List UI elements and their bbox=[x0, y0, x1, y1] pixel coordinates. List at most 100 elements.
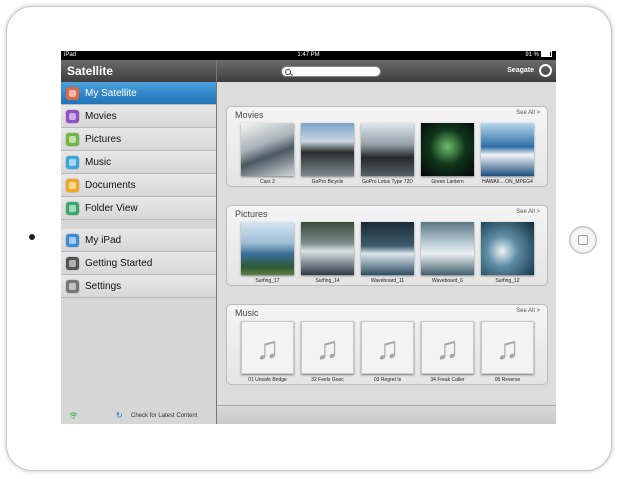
pictures-section: Pictures See All > Surfing_17 Surfing_14… bbox=[226, 205, 548, 286]
sidebar-item-label: Music bbox=[85, 156, 112, 168]
settings-icon bbox=[66, 279, 79, 293]
movie-caption: GoPro Bicycle bbox=[311, 179, 344, 185]
movie-item[interactable]: HAWAII....ON_MPEG4 bbox=[480, 123, 535, 185]
see-all-pictures-link[interactable]: See All > bbox=[516, 209, 540, 215]
section-title: Movies bbox=[235, 110, 264, 120]
music-section: Music See All > ♫ 01 Unsafe Bridge ♫ 32 Fe… bbox=[226, 304, 548, 385]
sidebar-item-label: Settings bbox=[85, 280, 122, 292]
seagate-logo-icon bbox=[539, 64, 552, 77]
sidebar-item-folder-view[interactable]: Folder View bbox=[61, 197, 216, 220]
top-bar: Seagate bbox=[217, 60, 556, 82]
battery-indicator: 91 % bbox=[525, 51, 552, 60]
music-note-icon: ♫ bbox=[301, 321, 354, 374]
battery-level: 91 % bbox=[525, 52, 539, 58]
main-content: Seagate Movies See All > Cars 2 GoPro Bi… bbox=[217, 60, 556, 424]
movie-item[interactable]: Cars 2 bbox=[240, 123, 295, 185]
picture-item[interactable]: Surfing_14 bbox=[300, 222, 355, 284]
status-bar: iPad 1:47 PM 91 % bbox=[61, 51, 556, 60]
see-all-music-link[interactable]: See All > bbox=[516, 308, 540, 314]
sidebar-item-label: Movies bbox=[85, 110, 117, 122]
documents-icon bbox=[66, 178, 79, 192]
bottom-bar bbox=[217, 405, 556, 424]
picture-thumbnail bbox=[421, 222, 474, 275]
music-item[interactable]: ♫ 05 Reverse bbox=[480, 321, 535, 383]
sidebar-item-label: My iPad bbox=[85, 234, 122, 246]
sidebar-item-my-ipad[interactable]: My iPad bbox=[61, 229, 216, 252]
sidebar-item-label: Getting Started bbox=[85, 257, 153, 269]
music-item[interactable]: ♫ 03 Regret Is bbox=[360, 321, 415, 383]
sidebar-item-getting-started[interactable]: Getting Started bbox=[61, 252, 216, 275]
movie-item[interactable]: Green Lantern bbox=[420, 123, 475, 185]
music-icon bbox=[66, 155, 79, 169]
picture-caption: Surfing_17 bbox=[255, 278, 280, 284]
ipad-icon bbox=[66, 233, 79, 247]
movie-thumbnail bbox=[481, 123, 534, 176]
brand-logo: Seagate bbox=[507, 67, 534, 74]
pictures-icon bbox=[66, 132, 79, 146]
picture-thumbnail bbox=[361, 222, 414, 275]
movies-icon bbox=[66, 109, 79, 123]
music-item[interactable]: ♫ 34 Freak Caller bbox=[420, 321, 475, 383]
picture-item[interactable]: Waveboard_6 bbox=[420, 222, 475, 284]
picture-caption: Surfing_14 bbox=[315, 278, 340, 284]
picture-thumbnail bbox=[301, 222, 354, 275]
sidebar-footer: ↻ Check for Latest Content bbox=[61, 408, 216, 424]
home-button[interactable] bbox=[569, 226, 597, 254]
wifi-icon bbox=[69, 412, 78, 419]
movies-section: Movies See All > Cars 2 GoPro Bicycle Go… bbox=[226, 106, 548, 187]
movie-thumbnail bbox=[241, 123, 294, 176]
sidebar-divider bbox=[61, 220, 216, 229]
picture-thumbnail bbox=[481, 222, 534, 275]
picture-caption: Surfing_12 bbox=[495, 278, 520, 284]
picture-caption: Waveboard_11 bbox=[370, 278, 405, 284]
movie-item[interactable]: GoPro Bicycle bbox=[300, 123, 355, 185]
picture-item[interactable]: Surfing_17 bbox=[240, 222, 295, 284]
folder-icon bbox=[66, 201, 79, 215]
section-title: Pictures bbox=[235, 209, 268, 219]
music-item[interactable]: ♫ 01 Unsafe Bridge bbox=[240, 321, 295, 383]
picture-caption: Waveboard_6 bbox=[432, 278, 463, 284]
music-caption: 32 Feels Gooc bbox=[311, 377, 344, 383]
music-note-icon: ♫ bbox=[481, 321, 534, 374]
sidebar-item-settings[interactable]: Settings bbox=[61, 275, 216, 298]
picture-item[interactable]: Surfing_12 bbox=[480, 222, 535, 284]
music-caption: 34 Freak Caller bbox=[430, 377, 465, 383]
refresh-icon[interactable]: ↻ bbox=[116, 411, 123, 420]
music-item[interactable]: ♫ 32 Feels Gooc bbox=[300, 321, 355, 383]
help-icon bbox=[66, 256, 79, 270]
camera-icon bbox=[29, 234, 35, 240]
movie-caption: Green Lantern bbox=[431, 179, 464, 185]
search-input[interactable] bbox=[281, 66, 381, 77]
movie-caption: HAWAII....ON_MPEG4 bbox=[482, 179, 533, 185]
sidebar-title: Satellite bbox=[61, 60, 216, 82]
battery-icon bbox=[541, 51, 552, 58]
section-title: Music bbox=[235, 308, 259, 318]
search-icon bbox=[285, 69, 291, 75]
sidebar-item-label: Documents bbox=[85, 179, 136, 191]
music-note-icon: ♫ bbox=[421, 321, 474, 374]
picture-item[interactable]: Waveboard_11 bbox=[360, 222, 415, 284]
movie-caption: GoPro Lotus Type 72D bbox=[362, 179, 413, 185]
satellite-icon bbox=[66, 86, 79, 100]
movie-thumbnail bbox=[301, 123, 354, 176]
sidebar-item-label: Folder View bbox=[85, 202, 138, 214]
music-caption: 03 Regret Is bbox=[373, 377, 402, 383]
picture-thumbnail bbox=[241, 222, 294, 275]
sidebar-item-pictures[interactable]: Pictures bbox=[61, 128, 216, 151]
movie-item[interactable]: GoPro Lotus Type 72D bbox=[360, 123, 415, 185]
app-screen: iPad 1:47 PM 91 % Satellite My Satellite… bbox=[61, 51, 556, 424]
sidebar-item-label: Pictures bbox=[85, 133, 122, 145]
music-caption: 01 Unsafe Bridge bbox=[248, 377, 287, 383]
sidebar-item-music[interactable]: Music bbox=[61, 151, 216, 174]
music-caption: 05 Reverse bbox=[494, 377, 521, 383]
sidebar-item-label: My Satellite bbox=[85, 87, 137, 99]
sidebar-item-documents[interactable]: Documents bbox=[61, 174, 216, 197]
sidebar-item-my-satellite[interactable]: My Satellite bbox=[61, 82, 216, 105]
check-latest-content-link[interactable]: Check for Latest Content bbox=[131, 412, 197, 420]
movie-thumbnail bbox=[361, 123, 414, 176]
clock: 1:47 PM bbox=[297, 52, 320, 58]
sidebar: Satellite My Satellite Movies Pictures M… bbox=[61, 60, 217, 424]
sidebar-item-movies[interactable]: Movies bbox=[61, 105, 216, 128]
see-all-movies-link[interactable]: See All > bbox=[516, 110, 540, 116]
movie-thumbnail bbox=[421, 123, 474, 176]
